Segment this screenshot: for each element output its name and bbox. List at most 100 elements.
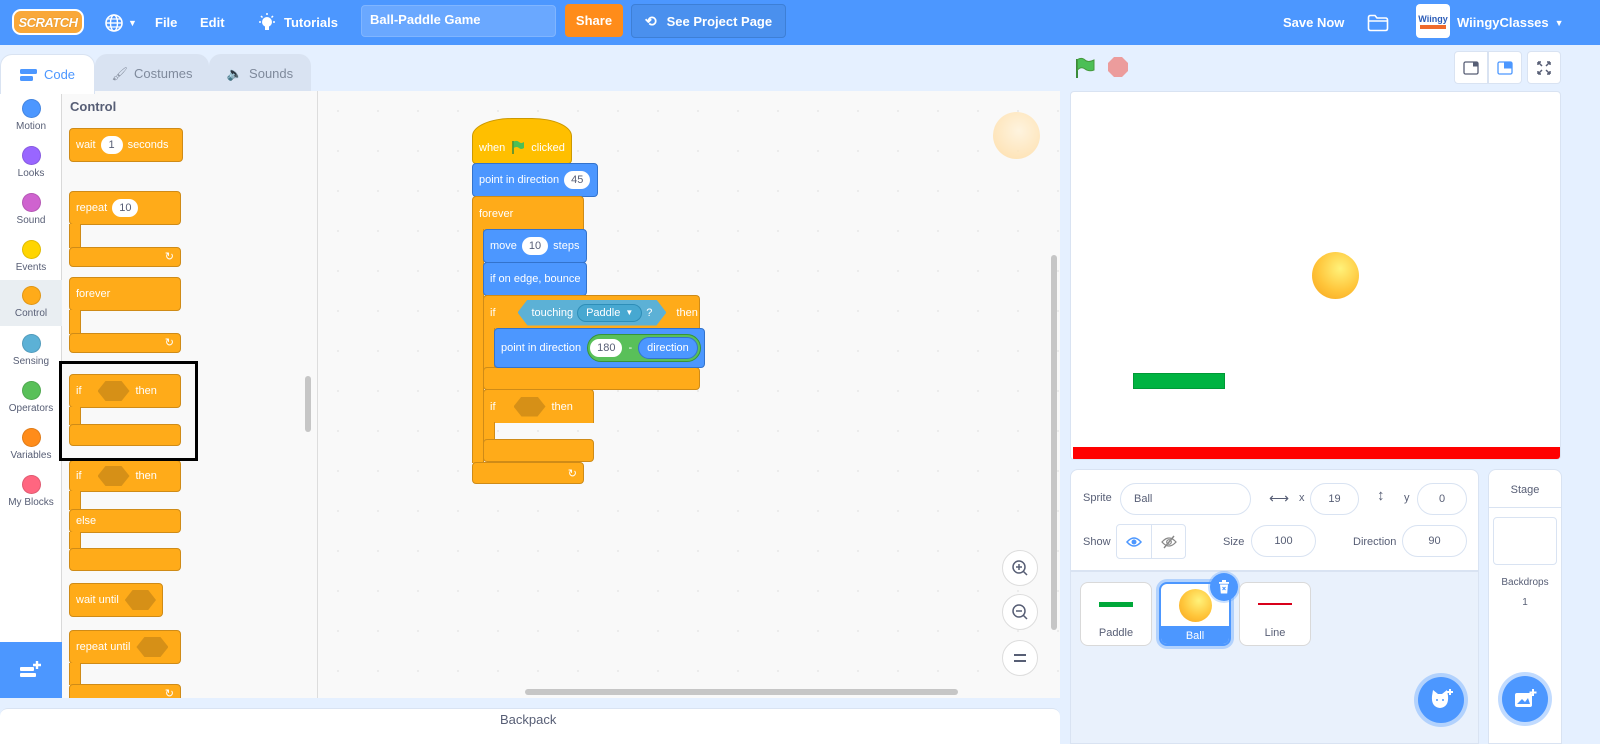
tab-sounds[interactable]: 🔈 Sounds (209, 54, 311, 92)
direction-input[interactable]: 45 (564, 171, 591, 189)
block-wait-until[interactable]: wait until (69, 583, 163, 617)
ball-sprite[interactable] (1312, 252, 1359, 299)
touching-sensing-block[interactable]: touching Paddle ▼ ? (518, 300, 667, 326)
stage-selector-panel[interactable]: Stage Backdrops 1 (1488, 469, 1562, 744)
account-menu[interactable]: WiingyClasses ▼ (1457, 0, 1564, 45)
file-menu[interactable]: File (155, 0, 177, 45)
block-text: if (490, 400, 496, 413)
username: WiingyClasses (1457, 15, 1549, 30)
category-looks[interactable]: Looks (0, 140, 62, 186)
delete-sprite-button[interactable] (1210, 573, 1238, 601)
fullscreen-button[interactable] (1527, 51, 1561, 84)
show-sprite-button[interactable] (1116, 524, 1152, 559)
touching-target-dropdown[interactable]: Paddle ▼ (577, 304, 642, 322)
project-title-input[interactable]: Ball-Paddle Game (361, 5, 556, 37)
sprite-name-input[interactable]: Ball (1120, 483, 1251, 515)
tab-costumes[interactable]: 🖌 Costumes (95, 54, 209, 92)
operand-left-input[interactable]: 180 (590, 339, 623, 357)
block-text: steps (553, 240, 580, 252)
backpack[interactable]: Backpack (0, 708, 1060, 744)
direction-reporter[interactable]: direction (638, 337, 698, 359)
move-steps-block[interactable]: move 10 steps (483, 229, 587, 263)
sprite-label: Sprite (1083, 492, 1112, 504)
y-position-input[interactable]: 0 (1417, 483, 1467, 515)
c-mouth (69, 491, 81, 510)
category-menu: Motion Looks Sound Events Control Sensin… (0, 91, 62, 698)
subtract-operator-block[interactable]: 180 - direction (587, 334, 701, 362)
normal-stage-icon (1497, 60, 1513, 75)
steps-input[interactable]: 10 (521, 237, 549, 255)
stop-button[interactable] (1108, 57, 1128, 77)
speaker-icon: 🔈 (226, 65, 244, 81)
when-flag-clicked-hat[interactable]: when clicked (472, 118, 572, 164)
hide-sprite-button[interactable] (1151, 524, 1186, 559)
choose-backdrop-button[interactable] (1502, 676, 1548, 722)
x-position-input[interactable]: 19 (1310, 483, 1359, 515)
sprite-ghost-ball (993, 112, 1040, 159)
share-button[interactable]: Share (565, 4, 623, 37)
wait-input[interactable]: 1 (100, 136, 123, 154)
add-extension-button[interactable] (0, 642, 62, 698)
repeat-until-header[interactable]: repeat until (69, 630, 181, 664)
sprite-tile-line[interactable]: Line (1239, 582, 1311, 646)
paddle-sprite[interactable] (1133, 373, 1225, 389)
block-text: point in direction (479, 174, 560, 186)
category-sound[interactable]: Sound (0, 187, 62, 233)
category-motion[interactable]: Motion (0, 93, 62, 139)
globe-icon (105, 13, 123, 32)
palette-scrollbar[interactable] (305, 376, 311, 432)
category-label: Sensing (12, 356, 50, 367)
category-sensing[interactable]: Sensing (0, 328, 62, 374)
backdrop-thumbnail[interactable] (1493, 517, 1557, 565)
category-variables[interactable]: Variables (0, 422, 62, 468)
if-else-header[interactable]: if then (69, 460, 181, 492)
point-in-direction-block[interactable]: point in direction 45 (472, 163, 598, 197)
forever-header[interactable]: forever (69, 277, 181, 311)
script-horizontal-scrollbar[interactable] (525, 689, 958, 695)
normal-stage-button[interactable] (1488, 51, 1522, 84)
boolean-slot[interactable] (124, 590, 156, 610)
my-stuff-button[interactable] (1367, 0, 1389, 45)
category-operators[interactable]: Operators (0, 375, 62, 421)
repeat-input[interactable]: 10 (112, 199, 139, 217)
save-now-button[interactable]: Save Now (1283, 0, 1344, 45)
boolean-slot[interactable] (97, 466, 130, 486)
category-my-blocks[interactable]: My Blocks (0, 469, 62, 515)
my-blocks-dot-icon (21, 475, 41, 494)
point-in-direction-block[interactable]: point in direction 180 - direction (494, 328, 705, 368)
zoom-in-icon (1012, 560, 1028, 576)
script-vertical-scrollbar[interactable] (1051, 255, 1057, 630)
see-project-page-button[interactable]: ⟲ See Project Page (631, 4, 786, 38)
zoom-in-button[interactable] (1002, 550, 1038, 586)
green-flag-icon (1076, 57, 1095, 78)
direction-input[interactable]: 90 (1402, 525, 1467, 557)
stage-canvas[interactable] (1070, 91, 1561, 460)
edit-menu[interactable]: Edit (200, 0, 225, 45)
tab-code[interactable]: Code (0, 54, 95, 94)
sprite-tile-paddle[interactable]: Paddle (1080, 582, 1152, 646)
size-input[interactable]: 100 (1251, 525, 1316, 557)
tutorials-button[interactable]: Tutorials (258, 0, 338, 45)
category-control[interactable]: Control (0, 280, 62, 326)
zoom-reset-button[interactable] (1002, 640, 1038, 676)
zoom-out-button[interactable] (1002, 594, 1038, 630)
if-touching-block[interactable]: if touching Paddle ▼ ? then (483, 295, 700, 329)
block-wait[interactable]: wait 1 seconds (69, 128, 183, 162)
category-events[interactable]: Events (0, 234, 62, 280)
green-flag-button[interactable] (1074, 57, 1096, 84)
block-text: move (490, 240, 517, 252)
looks-dot-icon (21, 146, 41, 165)
if-on-edge-bounce-block[interactable]: if on edge, bounce (483, 262, 587, 296)
avatar[interactable]: Wiingy (1416, 4, 1450, 38)
repeat-header[interactable]: repeat 10 (69, 191, 181, 225)
empty-if-block[interactable]: if then (483, 389, 594, 423)
boolean-slot[interactable] (513, 396, 546, 417)
forever-block-header[interactable]: forever (472, 196, 584, 230)
line-sprite[interactable] (1073, 447, 1560, 459)
choose-sprite-button[interactable] (1418, 677, 1464, 723)
small-stage-button[interactable] (1454, 51, 1488, 84)
language-menu[interactable]: ▼ (104, 0, 137, 45)
scratch-logo[interactable]: SCRATCH (12, 9, 84, 35)
boolean-slot[interactable] (136, 637, 169, 657)
script-area[interactable] (318, 91, 1060, 698)
